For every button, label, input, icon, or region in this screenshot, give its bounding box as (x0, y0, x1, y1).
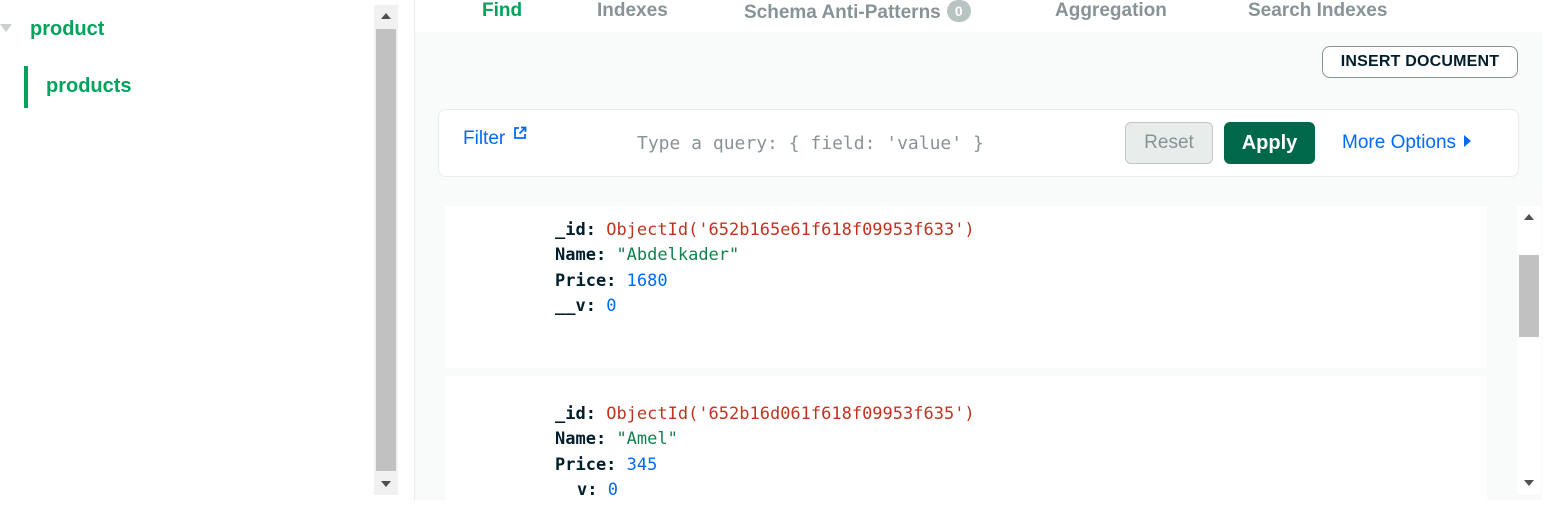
scroll-up-button[interactable] (1517, 206, 1541, 228)
document-list: _id: ObjectId('652b165e61f618f09953f633'… (445, 206, 1487, 500)
field-value: 1680 (626, 271, 668, 291)
field-key: Price: (555, 271, 617, 291)
field-key: Price: (555, 455, 617, 475)
field-row: Price: 1680 (555, 271, 668, 291)
sidebar-database-name[interactable]: product (30, 18, 104, 41)
field-row: v: 0 (577, 480, 618, 500)
tab-indexes[interactable]: Indexes (597, 0, 668, 22)
caret-down-icon[interactable] (0, 24, 12, 32)
field-key: v: (577, 480, 598, 500)
field-row: __v: 0 (555, 296, 616, 316)
field-value: 345 (626, 455, 658, 475)
filter-link[interactable]: Filter (463, 128, 505, 150)
apply-button[interactable]: Apply (1224, 122, 1315, 164)
tab-bar: Find Indexes Schema Anti-Patterns 0 Aggre… (415, 0, 1542, 32)
tab-aggregation[interactable]: Aggregation (1055, 0, 1167, 22)
field-row: _id: ObjectId('652b165e61f618f09953f633'… (555, 220, 975, 240)
insert-document-button[interactable]: INSERT DOCUMENT (1322, 46, 1518, 78)
more-options-label: More Options (1342, 132, 1457, 153)
document-card[interactable]: _id: ObjectId('652b165e61f618f09953f633'… (445, 206, 1487, 368)
tab-search-indexes[interactable]: Search Indexes (1248, 0, 1387, 22)
sidebar-item-label: products (46, 75, 132, 97)
scroll-down-button[interactable] (1517, 472, 1541, 494)
field-key: _id: (555, 404, 596, 424)
external-link-icon[interactable] (513, 126, 527, 140)
field-value: ObjectId('652b16d061f618f09953f635') (606, 404, 975, 424)
field-key: __v: (555, 296, 596, 316)
scroll-down-button[interactable] (374, 473, 398, 495)
scroll-up-button[interactable] (374, 5, 398, 27)
documents-scrollbar[interactable] (1517, 206, 1541, 494)
tab-schema-anti-patterns[interactable]: Schema Anti-Patterns 0 (744, 0, 971, 24)
main-panel: Find Indexes Schema Anti-Patterns 0 Aggre… (415, 0, 1542, 500)
sidebar-scrollbar[interactable] (374, 5, 398, 495)
field-value: "Abdelkader" (616, 245, 740, 265)
field-value: ObjectId('652b165e61f618f09953f633') (606, 220, 975, 240)
query-input[interactable] (637, 128, 1097, 158)
arrow-up-icon (1524, 214, 1534, 220)
tab-label: Schema Anti-Patterns (744, 2, 941, 23)
field-row: Name: "Abdelkader" (555, 245, 739, 265)
scrollbar-thumb[interactable] (376, 29, 396, 471)
field-row: _id: ObjectId('652b16d061f618f09953f635'… (555, 404, 975, 424)
scrollbar-thumb[interactable] (1519, 255, 1539, 337)
filter-bar: Filter Reset Apply More Options (438, 109, 1519, 177)
window-edge (1542, 0, 1560, 519)
count-badge: 0 (946, 0, 971, 22)
field-key: Name: (555, 429, 607, 449)
sidebar-item-products[interactable]: products (24, 66, 364, 108)
field-value: 0 (606, 296, 617, 316)
reset-button[interactable]: Reset (1125, 122, 1213, 164)
caret-right-icon (1464, 135, 1472, 147)
arrow-down-icon (381, 481, 391, 487)
arrow-down-icon (1524, 480, 1534, 486)
sidebar: product products (0, 0, 374, 519)
field-value: 0 (607, 480, 618, 500)
field-value: "Amel" (616, 429, 678, 449)
field-key: Name: (555, 245, 607, 265)
arrow-up-icon (381, 13, 391, 19)
document-card[interactable]: _id: ObjectId('652b16d061f618f09953f635'… (445, 376, 1487, 500)
field-row: Price: 345 (555, 455, 657, 475)
tab-find[interactable]: Find (482, 0, 522, 22)
field-key: _id: (555, 220, 596, 240)
more-options-button[interactable]: More Options (1342, 132, 1472, 154)
field-row: Name: "Amel" (555, 429, 678, 449)
